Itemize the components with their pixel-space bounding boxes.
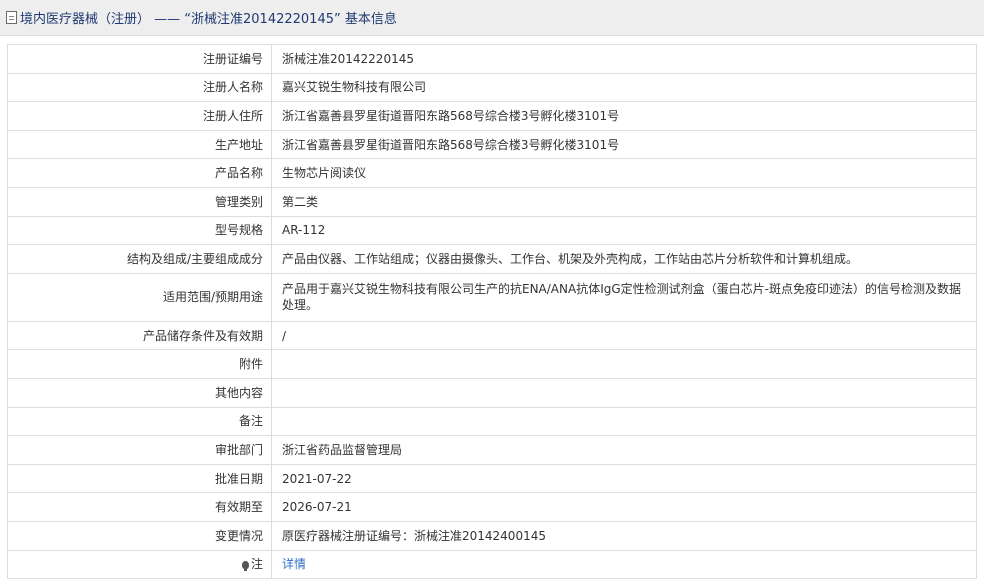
field-value: 浙江省嘉善县罗星街道晋阳东路568号综合楼3号孵化楼3101号 xyxy=(271,101,977,131)
table-row: 审批部门 浙江省药品监督管理局 xyxy=(7,435,977,465)
field-label: 型号规格 xyxy=(7,215,272,246)
note-label: 注 xyxy=(250,557,263,572)
table-row: 生产地址 浙江省嘉善县罗星街道晋阳东路568号综合楼3号孵化楼3101号 xyxy=(7,129,977,160)
field-value: 产品用于嘉兴艾锐生物科技有限公司生产的抗ENA/ANA抗体IgG定性检测试剂盒（… xyxy=(271,272,977,322)
table-row: 型号规格 AR-112 xyxy=(7,215,977,246)
field-value: AR-112 xyxy=(271,215,977,246)
table-row: 有效期至 2026-07-21 xyxy=(7,492,977,522)
field-value: 2021-07-22 xyxy=(271,463,977,494)
note-label-cell: 注 xyxy=(7,549,272,580)
table-row: 其他内容 xyxy=(7,377,977,408)
page-title: 境内医疗器械（注册） —— “浙械注准20142220145” 基本信息 xyxy=(20,12,397,27)
field-label: 附件 xyxy=(7,349,272,379)
table-row: 注册人名称 嘉兴艾锐生物科技有限公司 xyxy=(7,72,977,103)
table-row: 适用范围/预期用途 产品用于嘉兴艾锐生物科技有限公司生产的抗ENA/ANA抗体Ig… xyxy=(7,272,977,322)
field-value xyxy=(271,377,977,408)
details-link[interactable]: 详情 xyxy=(282,557,306,571)
field-label: 备注 xyxy=(7,406,272,437)
info-table-container: 注册证编号 浙械注准20142220145 注册人名称 嘉兴艾锐生物科技有限公司 注册人… xyxy=(7,44,977,580)
field-value: 原医疗器械注册证编号：浙械注准20142400145 xyxy=(271,520,977,551)
page-header: 境内医疗器械（注册） —— “浙械注准20142220145” 基本信息 xyxy=(0,0,984,36)
field-label: 适用范围/预期用途 xyxy=(7,272,272,322)
table-row: 注册证编号 浙械注准20142220145 xyxy=(7,44,977,74)
table-row: 结构及组成/主要组成成分 产品由仪器、工作站组成；仪器由摄像头、工作台、机架及外壳… xyxy=(7,244,977,274)
field-value: 浙江省嘉善县罗星街道晋阳东路568号综合楼3号孵化楼3101号 xyxy=(271,129,977,160)
field-value xyxy=(271,349,977,379)
field-label: 注册人住所 xyxy=(7,101,272,131)
field-value: 生物芯片阅读仪 xyxy=(271,158,977,188)
document-icon xyxy=(6,11,17,24)
table-row: 管理类别 第二类 xyxy=(7,186,977,217)
table-row: 产品储存条件及有效期 / xyxy=(7,320,977,351)
table-row: 注册人住所 浙江省嘉善县罗星街道晋阳东路568号综合楼3号孵化楼3101号 xyxy=(7,101,977,131)
field-label: 批准日期 xyxy=(7,463,272,494)
table-row: 变更情况 原医疗器械注册证编号：浙械注准20142400145 xyxy=(7,520,977,551)
field-label: 变更情况 xyxy=(7,520,272,551)
field-value: 产品由仪器、工作站组成；仪器由摄像头、工作台、机架及外壳构成，工作站由芯片分析软… xyxy=(271,244,977,274)
field-label: 有效期至 xyxy=(7,492,272,522)
field-value: 第二类 xyxy=(271,186,977,217)
info-table: 注册证编号 浙械注准20142220145 注册人名称 嘉兴艾锐生物科技有限公司 注册人… xyxy=(7,44,977,580)
table-row: 批准日期 2021-07-22 xyxy=(7,463,977,494)
note-value-cell: 详情 xyxy=(271,549,977,580)
field-label: 产品名称 xyxy=(7,158,272,188)
field-value: 浙江省药品监督管理局 xyxy=(271,435,977,465)
field-value xyxy=(271,406,977,437)
field-label: 注册人名称 xyxy=(7,72,272,103)
field-label: 生产地址 xyxy=(7,129,272,160)
field-value: 嘉兴艾锐生物科技有限公司 xyxy=(271,72,977,103)
table-row: 备注 xyxy=(7,406,977,437)
table-row: 产品名称 生物芯片阅读仪 xyxy=(7,158,977,188)
field-value: 2026-07-21 xyxy=(271,492,977,522)
field-label: 审批部门 xyxy=(7,435,272,465)
table-row: 附件 xyxy=(7,349,977,379)
field-label: 管理类别 xyxy=(7,186,272,217)
field-value: / xyxy=(271,320,977,351)
field-label: 产品储存条件及有效期 xyxy=(7,320,272,351)
field-label: 注册证编号 xyxy=(7,44,272,74)
table-row-note: 注 详情 xyxy=(7,549,977,580)
field-label: 其他内容 xyxy=(7,377,272,408)
field-label: 结构及组成/主要组成成分 xyxy=(7,244,272,274)
field-value: 浙械注准20142220145 xyxy=(271,44,977,74)
lightbulb-icon xyxy=(241,561,249,572)
